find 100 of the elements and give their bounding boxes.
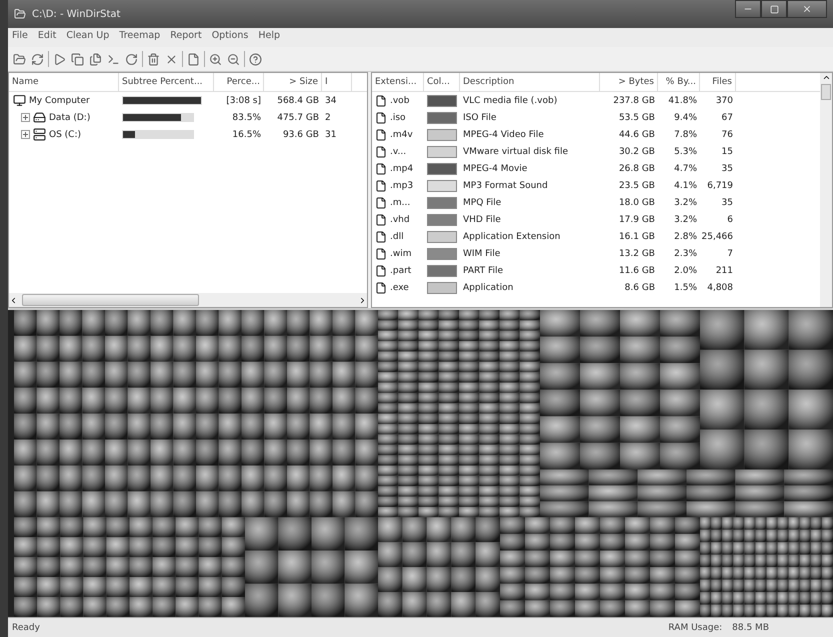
memory-label: RAM Usage: [668, 622, 722, 632]
expand-icon[interactable] [21, 130, 30, 139]
file-icon [375, 248, 387, 260]
description-cell-text: Application [462, 282, 514, 292]
percent-cell-text: 16.5% [231, 130, 262, 140]
vertical-scrollbar[interactable] [820, 73, 832, 307]
percent-cell-text: [3:08 s] [225, 96, 262, 106]
files-cell-text: 7 [726, 248, 734, 258]
menu-item[interactable]: Report [170, 30, 202, 45]
description-cell-text: MP3 Format Sound [462, 180, 549, 190]
files-cell-text: 370 [714, 96, 734, 106]
zoom-in-button[interactable] [208, 52, 223, 66]
menu-item[interactable]: Help [258, 30, 280, 45]
percent-cell-text: 41.8% [667, 96, 698, 106]
file-icon [375, 196, 387, 208]
help-button[interactable] [248, 52, 263, 66]
file-icon [375, 112, 387, 124]
menu-item[interactable]: Edit [38, 30, 56, 45]
description-cell-text: WIM File [462, 248, 502, 258]
scrollbar-thumb[interactable] [821, 84, 831, 100]
trash-icon [147, 52, 160, 66]
description-cell-text: VLC media file (.vob) [462, 96, 558, 106]
copy-button[interactable] [70, 52, 85, 66]
close-icon [165, 52, 178, 66]
minimize-button[interactable] [735, 0, 761, 18]
menu-item[interactable]: Treemap [119, 30, 160, 45]
percent-cell-text: 2.3% [673, 248, 698, 258]
expand-icon[interactable] [21, 113, 30, 122]
bytes-cell-text: 26.8 GB [618, 164, 656, 174]
file-icon [375, 94, 387, 106]
column-header[interactable]: > Size [264, 73, 322, 91]
trash-button[interactable] [146, 52, 161, 66]
zoom-out-button[interactable] [226, 52, 241, 66]
size-cell-text: 93.6 GB [282, 130, 320, 140]
extension-name: .wim [390, 248, 412, 258]
memory-value: 88.5 MB [732, 622, 769, 632]
file-icon [375, 214, 387, 226]
drive-icon [33, 111, 46, 124]
percent-cell-text: 3.2% [673, 198, 698, 208]
percent-cell-text: 1.5% [673, 282, 698, 292]
extension-name: .v... [390, 146, 406, 156]
extension-name: .part [390, 266, 412, 276]
file-icon [375, 282, 387, 294]
percent-cell-text: 3.2% [673, 214, 698, 224]
description-cell-text: ISO File [462, 112, 498, 122]
scrollbar-thumb[interactable] [22, 294, 199, 306]
column-header[interactable]: Perce... [214, 73, 264, 91]
column-header[interactable]: Extensi... [372, 73, 424, 91]
column-header[interactable]: % By... [658, 73, 700, 91]
percent-cell-text: 4.7% [673, 164, 698, 174]
column-header[interactable]: Files [700, 73, 736, 91]
bytes-cell-text: 13.2 GB [618, 248, 656, 258]
close-icon [802, 4, 812, 14]
table-cell-text: 34 [324, 96, 338, 106]
maximize-icon [770, 4, 778, 14]
folder-icon [13, 52, 26, 66]
refresh-button[interactable] [30, 52, 45, 66]
play-button[interactable] [52, 52, 67, 66]
bytes-cell-text: 53.5 GB [618, 112, 656, 122]
file-icon [375, 264, 387, 276]
zoom-in-icon [209, 52, 222, 66]
description-cell-text: Application Extension [462, 232, 562, 242]
bytes-cell-text: 23.5 GB [618, 180, 656, 190]
percent-cell-text: 2.8% [673, 232, 698, 242]
menu-item[interactable]: Clean Up [66, 30, 110, 45]
terminal-icon [107, 52, 120, 66]
column-header[interactable]: > Bytes [600, 73, 658, 91]
bytes-cell-text: 237.8 GB [612, 96, 656, 106]
column-header[interactable]: Subtree Percent... [119, 73, 214, 91]
files-cell-text: 15 [720, 146, 734, 156]
menu-item[interactable]: Options [212, 30, 248, 45]
column-header[interactable]: Description [460, 73, 600, 91]
description-cell-text: MPEG-4 Video File [462, 130, 545, 140]
files-cell-text: 211 [714, 266, 734, 276]
file-button[interactable] [186, 52, 201, 66]
files-cell-text: 76 [720, 130, 734, 140]
status-message: Ready [12, 622, 40, 632]
menu-item[interactable]: File [12, 30, 28, 45]
file-icon [375, 146, 387, 158]
column-header[interactable]: Col... [424, 73, 460, 91]
play-icon [53, 52, 66, 66]
extension-name: .m4v [390, 130, 413, 140]
refresh-button[interactable] [124, 52, 139, 66]
bytes-cell-text: 18.0 GB [618, 198, 656, 208]
percent-cell-text: 5.3% [673, 146, 698, 156]
horizontal-scrollbar[interactable] [9, 293, 367, 307]
files-cell-text: 67 [720, 112, 734, 122]
table-cell-text: 2 [324, 112, 332, 122]
column-header[interactable]: I [322, 73, 352, 91]
close-button[interactable] [787, 0, 827, 18]
files-cell-text: 6 [726, 214, 734, 224]
copy-icon [71, 52, 84, 66]
files-button[interactable] [88, 52, 103, 66]
extension-name: .dll [390, 232, 404, 242]
column-header[interactable]: Name [9, 73, 119, 91]
files-icon [89, 52, 102, 66]
file-icon [375, 128, 387, 140]
file-icon [187, 52, 200, 66]
maximize-button[interactable] [761, 0, 787, 18]
folder-button[interactable] [12, 52, 27, 66]
